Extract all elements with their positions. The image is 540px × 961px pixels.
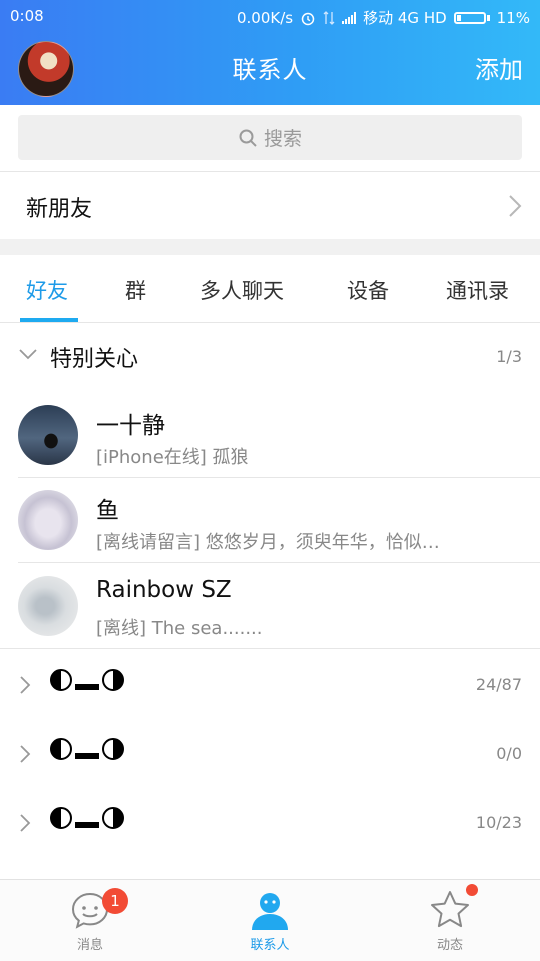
header: 0:08 0.00K/s 移动 4G HD 11% 联系人 添加 xyxy=(0,0,540,105)
tab-address-book[interactable]: 通讯录 xyxy=(446,275,509,305)
row-divider xyxy=(0,648,540,649)
group-name: 特别关心 xyxy=(50,347,139,372)
group-name-kaomoji xyxy=(50,738,124,760)
new-friends-row[interactable]: 新朋友 xyxy=(0,171,540,240)
new-friends-label: 新朋友 xyxy=(26,197,93,222)
group-count: 24/87 xyxy=(475,675,522,694)
group-name-kaomoji xyxy=(50,807,124,829)
contacts-icon xyxy=(252,893,288,930)
contact-status: [离线] The sea....... xyxy=(96,618,263,639)
tab-multi-chat[interactable]: 多人聊天 xyxy=(200,275,284,305)
battery-percent: 11% xyxy=(496,8,530,27)
contact-avatar xyxy=(18,576,78,636)
signal-icon xyxy=(342,11,357,24)
network-speed: 0.00K/s xyxy=(237,8,294,27)
bottom-nav: 1 消息 联系人 动态 xyxy=(0,879,540,961)
data-transfer-icon xyxy=(323,10,335,25)
contact-name: 鱼 xyxy=(96,498,119,524)
status-bar: 0:08 0.00K/s 移动 4G HD 11% xyxy=(0,0,540,32)
chevron-right-icon xyxy=(20,676,31,694)
chevron-right-icon xyxy=(20,814,31,832)
star-icon xyxy=(431,891,469,928)
contact-name: 一十静 xyxy=(96,413,165,439)
group-special-care[interactable]: 特别关心 1/3 xyxy=(0,323,540,389)
group-count: 10/23 xyxy=(475,813,522,832)
battery-tip xyxy=(486,14,490,21)
contact-status: [iPhone在线] 孤狼 xyxy=(96,447,249,468)
search-placeholder: 搜索 xyxy=(263,128,302,150)
page-title: 联系人 xyxy=(232,56,308,84)
group-row[interactable]: 24/87 xyxy=(0,651,540,717)
contact-avatar xyxy=(18,490,78,550)
search-bar: 搜索 xyxy=(0,105,540,171)
nav-contacts-label: 联系人 xyxy=(250,938,290,953)
nav-moments[interactable]: 动态 xyxy=(360,880,540,961)
group-name-kaomoji xyxy=(50,669,124,691)
tab-friends[interactable]: 好友 xyxy=(26,275,68,305)
tab-devices[interactable]: 设备 xyxy=(347,275,389,305)
chevron-down-icon xyxy=(19,349,37,360)
chevron-right-icon xyxy=(20,745,31,763)
nav-messages-label: 消息 xyxy=(76,938,103,953)
row-divider xyxy=(18,562,540,563)
contact-row[interactable]: 鱼 [离线请留言] 悠悠岁月，须臾年华，恰似… xyxy=(0,478,540,563)
contact-name: Rainbow SZ xyxy=(96,577,232,603)
search-icon xyxy=(239,129,257,147)
status-time: 0:08 xyxy=(10,7,44,25)
nav-messages[interactable]: 1 消息 xyxy=(0,880,180,961)
unread-badge: 1 xyxy=(102,888,128,914)
group-count: 0/0 xyxy=(496,744,522,763)
alarm-icon xyxy=(301,12,315,25)
tab-groups[interactable]: 群 xyxy=(125,275,146,305)
group-count: 1/3 xyxy=(496,347,522,366)
battery-icon xyxy=(453,11,486,24)
moments-notification-dot xyxy=(466,884,478,896)
contact-row[interactable]: Rainbow SZ [离线] The sea....... xyxy=(0,564,540,649)
group-row[interactable]: 0/0 xyxy=(0,720,540,786)
search-input[interactable]: 搜索 xyxy=(18,115,522,160)
add-button[interactable]: 添加 xyxy=(475,50,523,85)
active-tab-indicator xyxy=(20,318,78,322)
contact-row[interactable]: 一十静 [iPhone在线] 孤狼 xyxy=(0,393,540,478)
group-row[interactable]: 10/23 xyxy=(0,789,540,855)
nav-contacts[interactable]: 联系人 xyxy=(180,880,360,961)
chevron-right-icon xyxy=(509,195,522,217)
section-divider xyxy=(0,239,540,255)
contact-avatar xyxy=(18,405,78,465)
nav-moments-label: 动态 xyxy=(436,938,463,953)
contact-status: [离线请留言] 悠悠岁月，须臾年华，恰似… xyxy=(96,532,440,553)
contact-tabs: 好友 群 多人聊天 设备 通讯录 xyxy=(0,255,540,323)
carrier-label: 移动 4G HD xyxy=(363,9,447,27)
